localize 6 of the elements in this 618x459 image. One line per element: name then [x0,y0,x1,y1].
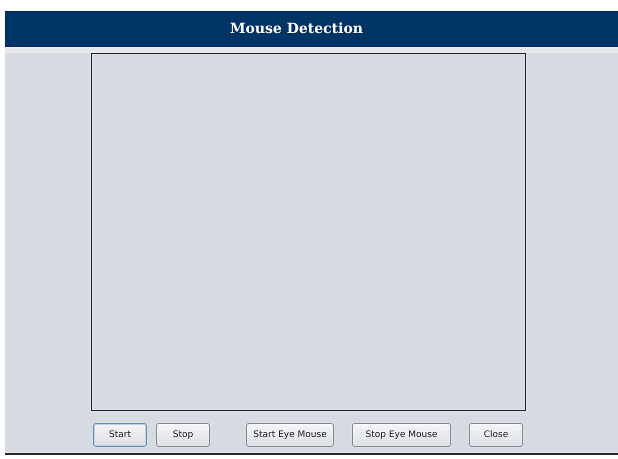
action-button[interactable]: Close [469,423,523,447]
window-title: Mouse Detection [5,11,618,47]
action-button[interactable]: Stop [156,423,210,447]
action-button[interactable]: Start [93,423,147,447]
action-button[interactable]: Stop Eye Mouse [352,423,451,447]
action-button[interactable]: Start Eye Mouse [246,423,334,447]
